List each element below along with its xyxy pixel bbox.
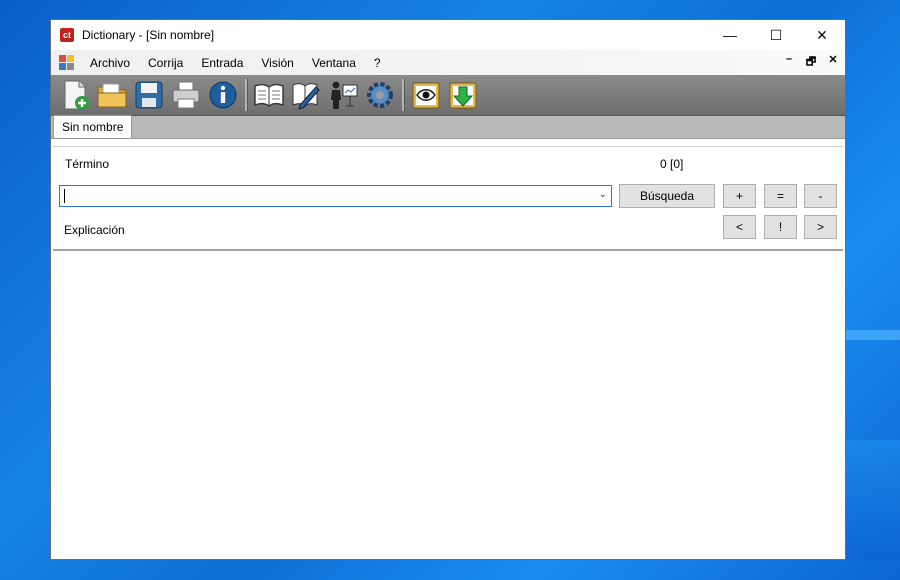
menu-archivo[interactable]: Archivo — [81, 50, 139, 75]
term-label: Término — [65, 157, 110, 171]
settings-gear-icon[interactable] — [362, 77, 398, 113]
mdi-close-button[interactable]: ✕ — [827, 53, 839, 72]
toolbar-separator — [245, 79, 248, 111]
title-bar[interactable]: ct Dictionary - [Sin nombre] — ☐ ✕ — [51, 20, 845, 50]
menu-corrija[interactable]: Corrija — [139, 50, 192, 75]
chevron-down-icon[interactable]: ⌄ — [599, 189, 607, 200]
mdi-minimize-button[interactable]: – — [783, 53, 795, 72]
window-title: Dictionary - [Sin nombre] — [82, 28, 215, 42]
add-entry-button[interactable]: + — [723, 184, 756, 208]
text-caret — [64, 189, 65, 203]
remove-entry-button[interactable]: - — [804, 184, 837, 208]
menu-entrada[interactable]: Entrada — [192, 50, 252, 75]
presentation-icon[interactable] — [325, 77, 361, 113]
tab-sin-nombre[interactable]: Sin nombre — [53, 115, 133, 138]
app-logo-icon: ct — [60, 28, 74, 42]
menu-bar: Archivo Corrija Entrada Visión Ventana ?… — [51, 50, 845, 75]
preview-eye-icon[interactable] — [408, 77, 444, 113]
previous-button[interactable]: < — [723, 215, 756, 239]
next-button[interactable]: > — [804, 215, 837, 239]
open-folder-icon[interactable] — [94, 77, 130, 113]
explanation-textarea[interactable] — [53, 251, 843, 553]
entry-count: 0 [0] — [660, 157, 684, 171]
mdi-restore-button[interactable]: 🗗 — [805, 53, 817, 72]
document-system-menu-icon[interactable] — [59, 54, 75, 71]
app-window: ct Dictionary - [Sin nombre] — ☐ ✕ Archi… — [50, 19, 846, 560]
menu-vision[interactable]: Visión — [252, 50, 302, 75]
save-icon[interactable] — [131, 77, 167, 113]
toolbar-separator — [402, 79, 405, 111]
menu-help[interactable]: ? — [365, 50, 390, 75]
close-button[interactable]: ✕ — [799, 20, 845, 50]
entry-form: Término 0 [0] ⌄ Búsqueda + = - Explicaci… — [53, 147, 843, 251]
dictionary-panel: Término 0 [0] ⌄ Búsqueda + = - Explicaci… — [53, 146, 843, 553]
new-document-icon[interactable] — [57, 77, 93, 113]
term-search-combobox[interactable]: ⌄ — [59, 185, 612, 207]
info-icon[interactable] — [205, 77, 241, 113]
toolbar — [51, 75, 845, 116]
desktop-highlight — [840, 440, 900, 560]
document-tab-strip: Sin nombre — [51, 115, 845, 139]
search-button[interactable]: Búsqueda — [619, 184, 715, 208]
equal-button[interactable]: = — [764, 184, 797, 208]
minimize-button[interactable]: — — [707, 20, 753, 50]
desktop-highlight — [840, 330, 900, 340]
print-icon[interactable] — [168, 77, 204, 113]
edit-entry-icon[interactable] — [288, 77, 324, 113]
book-icon[interactable] — [251, 77, 287, 113]
exclamation-button[interactable]: ! — [764, 215, 797, 239]
maximize-button[interactable]: ☐ — [753, 20, 799, 50]
explanation-label: Explicación — [64, 223, 125, 237]
download-icon[interactable] — [445, 77, 481, 113]
menu-ventana[interactable]: Ventana — [303, 50, 365, 75]
